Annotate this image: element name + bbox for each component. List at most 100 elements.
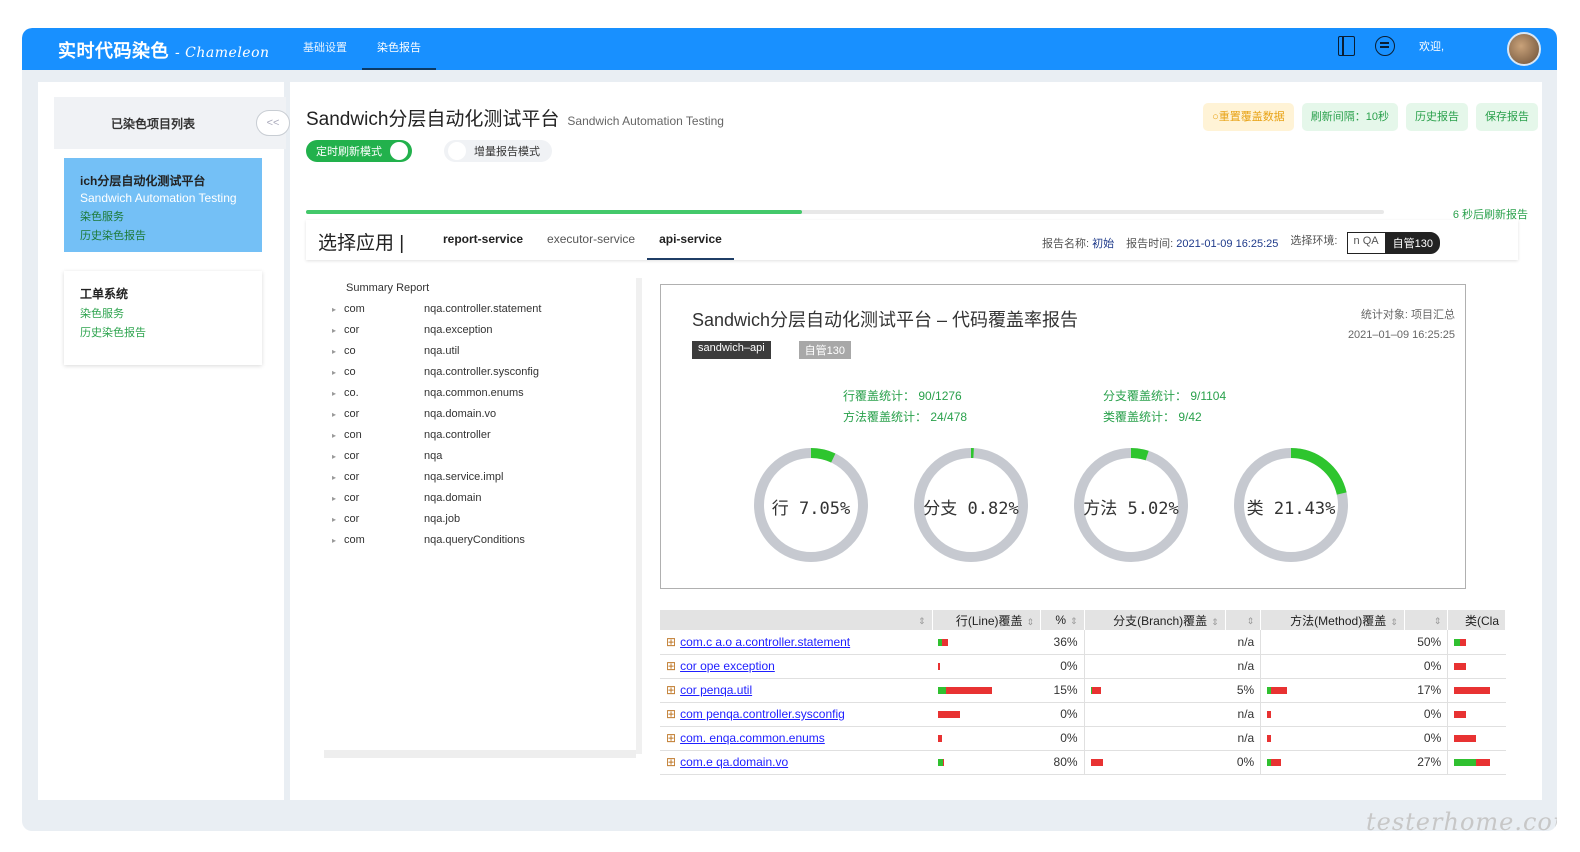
notebook-icon[interactable]	[1338, 36, 1355, 56]
coverage-bar-covered	[1267, 687, 1271, 695]
package-name: cor ope exception	[680, 659, 775, 673]
tab-report-service[interactable]: report-service	[431, 220, 535, 260]
collapse-button[interactable]: <<	[256, 110, 290, 136]
sort-icon[interactable]: ⇕	[1434, 616, 1442, 626]
expand-arrow-icon[interactable]: ▸	[332, 404, 336, 425]
incremental-report-toggle[interactable]: 增量报告模式	[444, 140, 552, 162]
tree-item[interactable]: ▸ com nqa.queryConditions	[330, 530, 636, 551]
method-coverage-pct: 0%	[1404, 702, 1449, 727]
package-link[interactable]: ⊞ cor penqa.util	[660, 678, 932, 703]
expand-arrow-icon[interactable]: ▸	[332, 341, 336, 362]
toggle-knob	[390, 142, 408, 160]
coverage-bar	[1454, 711, 1467, 719]
tree-item-label: nqa.queryConditions	[424, 534, 525, 546]
avatar[interactable]	[1507, 32, 1541, 66]
sort-icon[interactable]: ⇕	[1070, 616, 1078, 626]
sort-icon[interactable]: ⇕	[1247, 616, 1255, 626]
package-link[interactable]: ⊞ com.e qa.domain.vo	[660, 750, 932, 775]
tree-item[interactable]: ▸ co. nqa.common.enums	[330, 383, 636, 404]
project-card-sandwich[interactable]: ich分层自动化测试平台 Sandwich Automation Testing…	[64, 158, 262, 252]
expand-arrow-icon[interactable]: ▸	[332, 383, 336, 404]
tree-item[interactable]: ▸ con nqa.controller	[330, 425, 636, 446]
table-row: ⊞ com.c a.o a.controller.statement 36% n/a 5…	[660, 630, 1506, 655]
env-option-selfhosted[interactable]: 自管130	[1385, 232, 1440, 254]
tree-item[interactable]: ▸ cor nqa.domain	[330, 488, 636, 509]
package-link[interactable]: ⊞ com.c a.o a.controller.statement	[660, 630, 932, 655]
tree-item[interactable]: ▸ cor nqa.domain.vo	[330, 404, 636, 425]
incremental-report-label: 增量报告模式	[474, 146, 540, 158]
expand-arrow-icon[interactable]: ▸	[332, 467, 336, 488]
project-card-ticket-system[interactable]: 工单系统 染色服务 历史染色报告	[64, 271, 262, 365]
package-link[interactable]: ⊞ cor ope exception	[660, 654, 932, 679]
report-actions: ○重置覆盖数据 刷新间隔：10秒 历史报告 保存报告	[1203, 103, 1538, 131]
tree-item-label: nqa.domain	[424, 492, 482, 504]
expand-arrow-icon[interactable]: ▸	[332, 299, 336, 320]
nav-coverage-report[interactable]: 染色报告	[362, 28, 436, 70]
expand-arrow-icon[interactable]: ▸	[332, 362, 336, 383]
tree-item-label: nqa.job	[424, 513, 461, 525]
table-header-cell[interactable]: ⇕	[1225, 610, 1262, 630]
expand-arrow-icon[interactable]: ▸	[332, 320, 336, 341]
sort-icon[interactable]: ⇕	[1211, 617, 1219, 627]
refresh-interval-button[interactable]: 刷新间隔：10秒	[1301, 103, 1398, 131]
table-row: ⊞ cor ope exception 0% n/a 0%	[660, 654, 1506, 679]
env-option-qa[interactable]: n QA	[1346, 232, 1386, 254]
package-link[interactable]: ⊞ com penqa.controller.sysconfig	[660, 702, 932, 727]
tree-vertical-scrollbar[interactable]	[636, 278, 642, 754]
class-coverage-bar-cell	[1447, 702, 1506, 727]
tree-item[interactable]: ▸ cor nqa.exception	[330, 320, 636, 341]
sort-icon[interactable]: ⇕	[1390, 617, 1398, 627]
env-selector: n QA 自管130	[1346, 232, 1440, 254]
history-report-link[interactable]: 历史染色报告	[80, 324, 246, 340]
header-label: 行(Line)覆盖	[955, 613, 1023, 628]
tree-item[interactable]: ▸ cor nqa.service.impl	[330, 467, 636, 488]
method-stat: 方法覆盖统计： 24/478	[843, 410, 968, 424]
coverage-service-link[interactable]: 染色服务	[80, 305, 246, 321]
expand-arrow-icon[interactable]: ▸	[332, 509, 336, 530]
refresh-progress-fill	[306, 210, 802, 214]
tree-item[interactable]: ▸ co nqa.util	[330, 341, 636, 362]
table-header-cell[interactable]: 行(Line)覆盖 ⇕	[932, 610, 1042, 630]
table-header-cell[interactable]: 类(Cla	[1447, 610, 1506, 630]
history-report-link[interactable]: 历史染色报告	[80, 227, 246, 243]
coverage-bar	[1454, 639, 1467, 647]
coverage-service-link[interactable]: 染色服务	[80, 208, 246, 224]
table-header-cell[interactable]: % ⇕	[1040, 610, 1085, 630]
history-report-button[interactable]: 历史报告	[1406, 103, 1468, 131]
table-header-cell[interactable]: ⇕	[660, 610, 933, 630]
coverage-summary-panel: Sandwich分层自动化测试平台 – 代码覆盖率报告 统计对象: 项目汇总 2…	[660, 284, 1466, 589]
expand-arrow-icon[interactable]: ▸	[332, 446, 336, 467]
nav-basic-settings[interactable]: 基础设置	[288, 28, 362, 70]
sort-icon[interactable]: ⇕	[1027, 617, 1035, 627]
tree-item[interactable]: ▸ co nqa.controller.sysconfig	[330, 362, 636, 383]
brand-logo[interactable]: 实时代码染色 - Chameleon	[58, 37, 270, 63]
table-header-cell[interactable]: 方法(Method)覆盖 ⇕	[1260, 610, 1405, 630]
reset-coverage-button[interactable]: ○重置覆盖数据	[1203, 103, 1294, 131]
tree-item-prefix: com	[344, 303, 365, 315]
project-name: 工单系统	[80, 287, 129, 301]
tree-item[interactable]: ▸ cor nqa.job	[330, 509, 636, 530]
message-icon[interactable]	[1375, 36, 1395, 56]
expand-arrow-icon[interactable]: ▸	[332, 425, 336, 446]
mode-switches: 定时刷新模式 增量报告模式	[306, 140, 552, 162]
table-header-cell[interactable]: ⇕	[1404, 610, 1449, 630]
tab-executor-service[interactable]: executor-service	[535, 220, 647, 260]
table-header-cell[interactable]: 分支(Branch)覆盖 ⇕	[1084, 610, 1226, 630]
expand-arrow-icon[interactable]: ▸	[332, 488, 336, 509]
sort-icon[interactable]: ⇕	[918, 616, 926, 626]
save-report-button[interactable]: 保存报告	[1476, 103, 1538, 131]
expand-arrow-icon[interactable]: ▸	[332, 530, 336, 551]
watermark: testerhome.com	[1366, 808, 1557, 831]
tree-item-prefix: co	[344, 345, 356, 357]
package-link[interactable]: ⊞ com. enqa.common.enums	[660, 726, 932, 751]
tree-horizontal-scrollbar[interactable]	[324, 750, 636, 758]
branch-coverage-pct: 0%	[1225, 750, 1262, 775]
coverage-bar	[1454, 663, 1467, 671]
branch-coverage-bar-cell	[1084, 678, 1226, 703]
tab-api-service[interactable]: api-service	[647, 220, 734, 260]
report-time-value: 2021-01-09 16:25:25	[1176, 238, 1279, 250]
tree-summary-report[interactable]: Summary Report	[330, 278, 636, 299]
tree-item[interactable]: ▸ com nqa.controller.statement	[330, 299, 636, 320]
tree-item[interactable]: ▸ cor nqa	[330, 446, 636, 467]
timer-refresh-toggle[interactable]: 定时刷新模式	[306, 140, 412, 162]
